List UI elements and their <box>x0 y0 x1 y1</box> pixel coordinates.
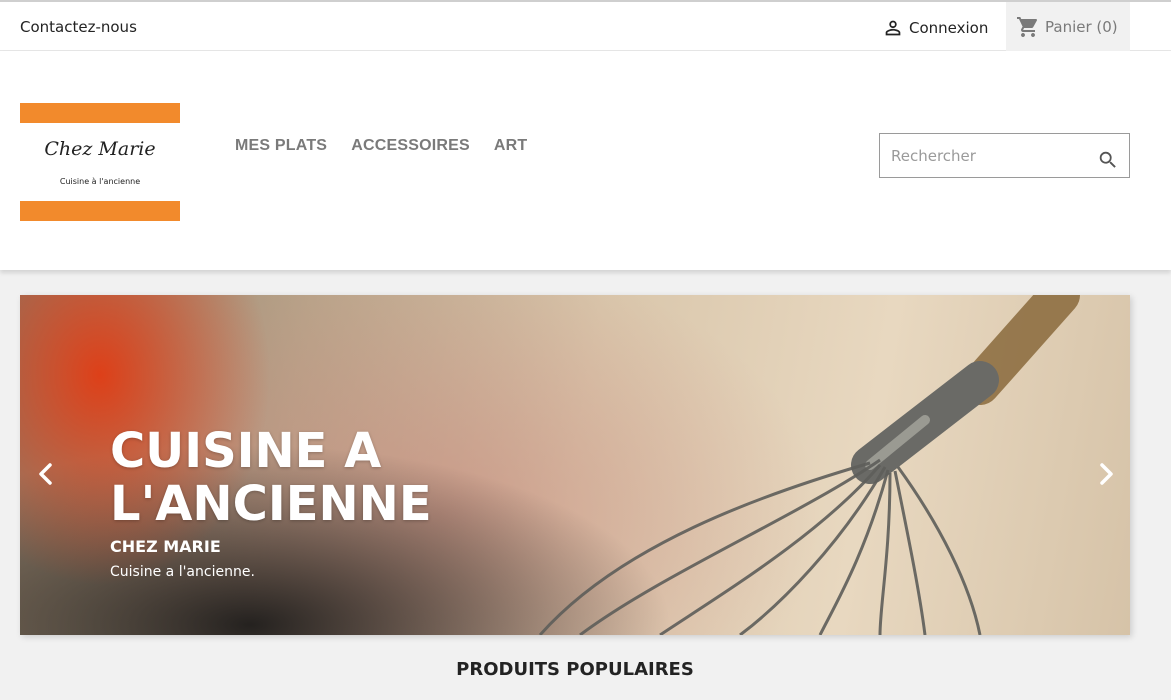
menu-item-art[interactable]: ART <box>494 137 527 155</box>
main-menu: MES PLATS ACCESSOIRES ART <box>235 137 527 155</box>
search-input[interactable] <box>880 134 1090 177</box>
slide-text: Cuisine a l'ancienne. <box>110 564 255 580</box>
menu-item-mes-plats[interactable]: MES PLATS <box>235 137 327 155</box>
contact-link[interactable]: Contactez-nous <box>20 18 137 36</box>
popular-products-heading: PRODUITS POPULAIRES <box>456 659 694 680</box>
header: Chez Marie Cuisine à l'ancienne MES PLAT… <box>0 51 1171 270</box>
menu-item-accessoires[interactable]: ACCESSOIRES <box>351 137 470 155</box>
slider-prev-icon[interactable] <box>34 462 58 486</box>
logo-tagline: Cuisine à l'ancienne <box>59 177 141 186</box>
slide-subtitle: CHEZ MARIE <box>110 537 221 556</box>
cart-label: Panier (0) <box>1045 17 1118 36</box>
hero-slider[interactable]: CUISINE A L'ANCIENNE CHEZ MARIE Cuisine … <box>20 295 1130 635</box>
top-bar: Contactez-nous Connexion Panier (0) <box>0 0 1171 51</box>
slide-caption: CUISINE A L'ANCIENNE CHEZ MARIE Cuisine … <box>110 423 440 581</box>
site-logo[interactable]: Chez Marie Cuisine à l'ancienne <box>20 103 180 221</box>
logo-bar-bottom <box>20 201 180 221</box>
logo-name: Chez Marie <box>44 138 156 160</box>
cart-icon <box>1017 16 1038 37</box>
login-label: Connexion <box>909 19 989 37</box>
slide-title: CUISINE A L'ANCIENNE <box>110 423 432 532</box>
cart-button[interactable]: Panier (0) <box>1006 2 1130 51</box>
logo-bar-top <box>20 103 180 123</box>
login-link[interactable]: Connexion <box>882 16 988 40</box>
user-icon <box>885 20 901 36</box>
slider-next-icon[interactable] <box>1094 462 1118 486</box>
search-box <box>879 133 1130 178</box>
search-icon[interactable] <box>1097 149 1119 171</box>
